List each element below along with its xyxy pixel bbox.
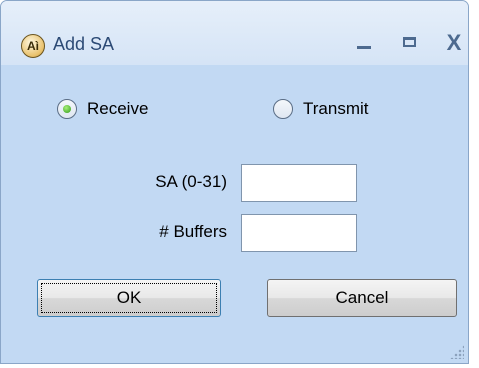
sa-input[interactable]: [241, 164, 357, 202]
close-button[interactable]: X: [439, 31, 468, 55]
transmit-label: Transmit: [303, 99, 369, 118]
minimize-button[interactable]: [349, 31, 379, 55]
app-logo-icon: Aì: [21, 34, 45, 58]
transmit-radio[interactable]: Transmit: [273, 97, 369, 121]
add-sa-dialog: Aì Add SA X Receive Transmit SA (0-31) #…: [0, 0, 469, 364]
buffers-label: # Buffers: [159, 222, 227, 241]
receive-label: Receive: [87, 99, 149, 118]
cancel-button[interactable]: Cancel: [267, 279, 457, 317]
sa-label: SA (0-31): [155, 172, 227, 191]
title-bar[interactable]: Aì Add SA X: [1, 1, 468, 65]
ok-button[interactable]: OK: [37, 279, 221, 317]
receive-radio[interactable]: Receive: [57, 97, 148, 121]
radio-unchecked-icon[interactable]: [273, 99, 293, 119]
maximize-button[interactable]: [395, 31, 425, 55]
focus-rectangle: [41, 283, 217, 313]
window-title: Add SA: [53, 34, 115, 54]
radio-checked-icon[interactable]: [57, 99, 77, 119]
buffers-input[interactable]: [241, 214, 357, 252]
resize-grip-icon[interactable]: [450, 345, 464, 359]
